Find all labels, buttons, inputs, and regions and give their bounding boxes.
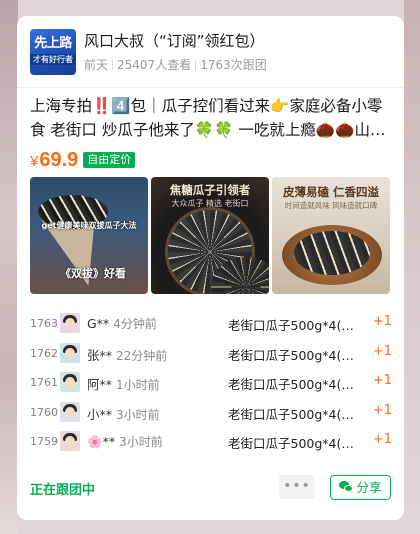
order-row[interactable]: 1760 小**3小时前 老街口瓜子500g*4(山核桃味) +1 <box>30 400 392 430</box>
image-caption-top: 皮薄易磕 仁香四溢 <box>282 185 379 199</box>
avatar-face <box>65 436 75 447</box>
order-quantity: +1 <box>372 314 392 329</box>
group-status: 正在跟团中 <box>30 483 96 498</box>
price: ¥69.9 <box>30 149 78 171</box>
header-divider <box>17 87 404 88</box>
price-tag: 自由定价 <box>83 152 136 168</box>
post-time: 前天 <box>84 58 109 72</box>
order-quantity: +1 <box>372 402 392 418</box>
product-image-1[interactable]: get健康美味双拔瓜子大法 《双拔》好看 <box>30 177 148 294</box>
meta-divider <box>112 60 114 70</box>
user-name: 阿** <box>87 377 113 392</box>
order-quantity: +1 <box>372 343 392 359</box>
price-value: 69.9 <box>39 149 79 171</box>
background-left <box>0 0 18 534</box>
user-avatar <box>60 342 80 363</box>
order-number: 1761 <box>30 376 58 389</box>
product-name: 老街口瓜子500g*4(山核桃味) <box>228 347 366 363</box>
wechat-icon <box>339 481 354 493</box>
account-header[interactable]: 先上路 才有好行者 风口大叔（“订阅”领红包） 前天 25407人查看 1763次跟… <box>30 29 390 75</box>
share-label: 分享 <box>356 480 382 495</box>
order-row[interactable]: 1761 阿**1小时前 老街口瓜子500g*4(山核桃味) +1 <box>30 370 392 400</box>
share-button[interactable]: 分享 <box>330 475 391 500</box>
product-name: 老街口瓜子500g*4(山核桃味) <box>228 406 366 422</box>
product-name: 老街口瓜子500g*4(山核桃味) <box>228 377 366 392</box>
order-number: 1759 <box>30 435 58 448</box>
more-button[interactable]: ••• <box>279 475 315 499</box>
price-currency: ¥ <box>30 153 39 170</box>
user-name: 张** <box>87 347 113 363</box>
avatar-face <box>65 377 75 388</box>
post-meta: 前天 25407人查看 1763次跟团 <box>84 56 267 73</box>
user-name: G** <box>87 316 110 331</box>
user-name: 🌸** <box>87 434 116 449</box>
account-avatar[interactable]: 先上路 才有好行者 <box>30 29 76 75</box>
order-list: 1763 G**4分钟前 老街口瓜子500g*4(山核桃味) +1 1762 张… <box>30 311 392 459</box>
user-name: 小** <box>87 406 113 422</box>
image-caption-bottom: 时间造就风味 风味造就口碑 <box>284 201 378 210</box>
image-caption-top: get健康美味双拔瓜子大法 <box>41 221 137 230</box>
view-count: 25407人查看 <box>117 58 192 72</box>
user-info: 小** 3小时前 <box>87 404 160 423</box>
order-quantity: +1 <box>372 432 392 447</box>
user-info: G** 4分钟前 <box>87 315 157 332</box>
price-row: ¥69.9 自由定价 <box>30 149 136 173</box>
image-caption-top: 焦糖瓜子引领者 <box>169 183 251 197</box>
order-time: 4分钟前 <box>113 317 157 331</box>
user-info: 🌸** 3小时前 <box>87 433 163 450</box>
product-name: 老街口瓜子500g*4(山核桃味) <box>228 318 366 333</box>
user-avatar <box>60 431 80 451</box>
order-row[interactable]: 1762 张**22分钟前 老街口瓜子500g*4(山核桃味) +1 <box>30 341 392 371</box>
avatar-text-sub: 才有好行者 <box>30 54 76 65</box>
order-time: 3小时前 <box>119 435 163 449</box>
order-quantity: +1 <box>372 373 392 388</box>
product-image-3[interactable]: 皮薄易磕 仁香四溢 时间造就风味 风味造就口碑 <box>272 177 390 294</box>
order-number: 1763 <box>30 317 58 330</box>
post-title[interactable]: 上海专拍‼️4️⃣包｜瓜子控们看过来👉家庭必备小零食 老街口 炒瓜子他来了🍀🍀 … <box>30 94 393 142</box>
background-right <box>404 0 420 534</box>
order-time: 1小时前 <box>116 378 160 392</box>
avatar-text-main: 先上路 <box>34 36 72 51</box>
order-number: 1760 <box>30 405 58 419</box>
image-caption-bottom: 大众瓜子 精选 老街口 <box>171 199 249 208</box>
user-info: 张** 22分钟前 <box>87 345 167 364</box>
user-avatar <box>60 372 80 392</box>
image-caption-bottom: 《双拔》好看 <box>60 267 126 280</box>
avatar-face <box>65 318 75 329</box>
avatar-face <box>65 406 75 418</box>
order-count: 1763次跟团 <box>200 58 267 72</box>
user-info: 阿** 1小时前 <box>87 374 160 393</box>
product-image-2[interactable]: 焦糖瓜子引领者 大众瓜子 精选 老街口 <box>151 177 269 294</box>
order-row[interactable]: 1763 G**4分钟前 老街口瓜子500g*4(山核桃味) +1 <box>30 311 392 341</box>
user-avatar <box>60 313 80 333</box>
avatar-face <box>65 347 75 359</box>
user-avatar <box>60 401 80 422</box>
group-buy-card[interactable]: 先上路 才有好行者 风口大叔（“订阅”领红包） 前天 25407人查看 1763次跟… <box>17 16 404 520</box>
order-row[interactable]: 1759 🌸**3小时前 老街口瓜子500g*4(山核桃味) +1 <box>30 429 392 459</box>
order-time: 3小时前 <box>116 407 160 422</box>
product-name: 老街口瓜子500g*4(山核桃味) <box>228 436 366 451</box>
seed-pile <box>294 231 370 275</box>
account-name[interactable]: 风口大叔（“订阅”领红包） <box>84 30 265 51</box>
order-time: 22分钟前 <box>116 348 168 363</box>
meta-divider <box>195 60 197 70</box>
order-number: 1762 <box>30 346 58 360</box>
